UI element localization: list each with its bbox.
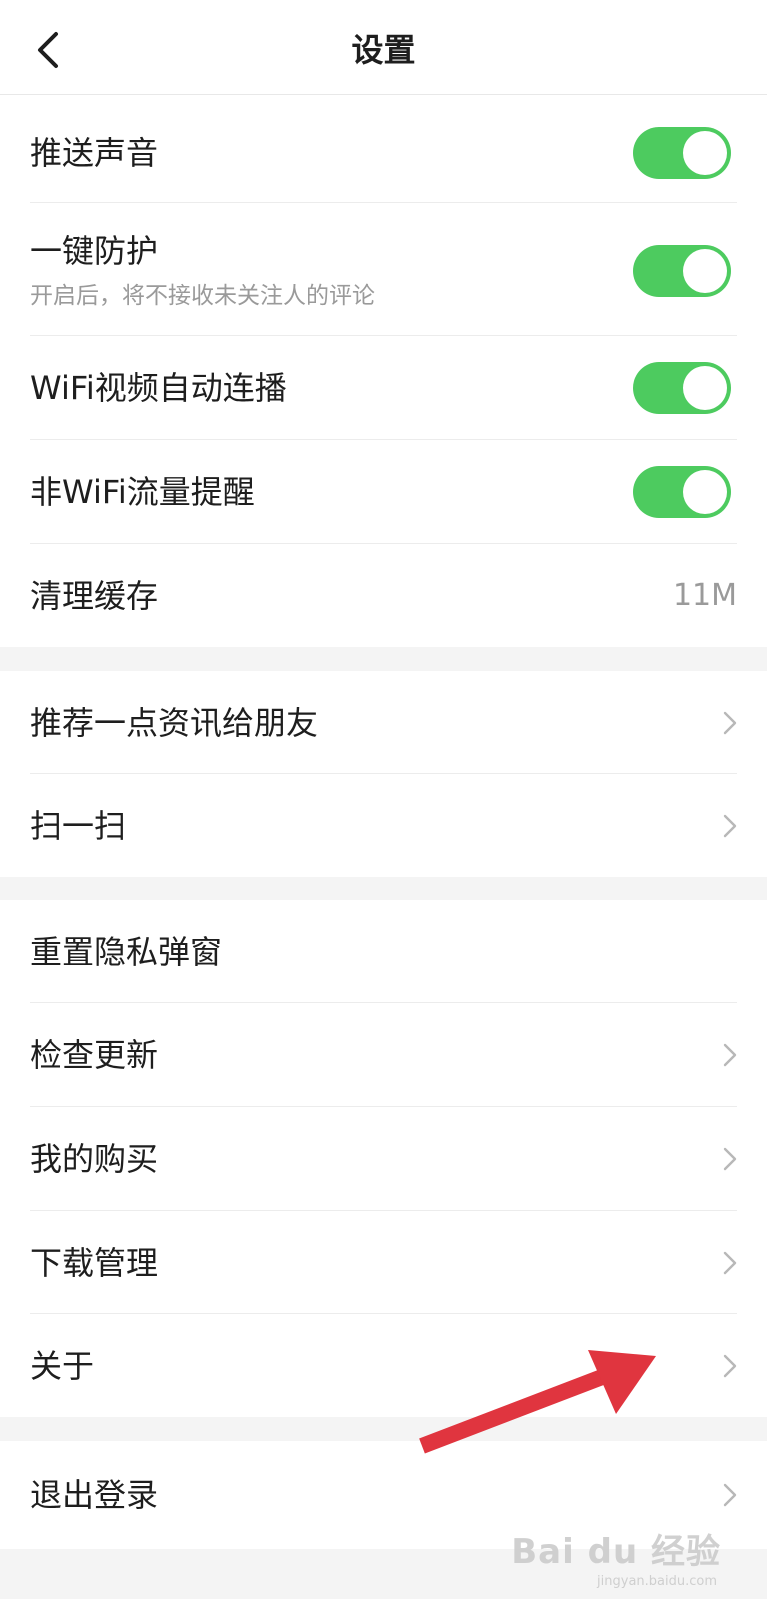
toggle-knob	[683, 131, 727, 175]
chevron-right-icon	[723, 1483, 737, 1507]
non-wifi-alert-label: 非WiFi流量提醒	[30, 473, 255, 511]
toggle-knob	[683, 470, 727, 514]
navigation-bar: 设置	[0, 0, 767, 95]
setting-row-non-wifi-alert: 非WiFi流量提醒	[0, 440, 767, 544]
non-wifi-alert-toggle[interactable]	[633, 466, 731, 518]
push-sound-toggle[interactable]	[633, 127, 731, 179]
chevron-right-icon	[723, 711, 737, 735]
toggle-knob	[683, 249, 727, 293]
one-key-protect-description: 开启后，将不接收未关注人的评论	[30, 283, 375, 309]
wifi-autoplay-label: WiFi视频自动连播	[30, 369, 287, 407]
logout-label: 退出登录	[30, 1476, 159, 1514]
setting-row-check-update[interactable]: 检查更新	[0, 1003, 767, 1107]
about-label: 关于	[30, 1347, 95, 1385]
watermark-url: jingyan.baidu.com	[597, 1574, 717, 1589]
watermark-logo: Bai du 经验	[511, 1532, 721, 1572]
recommend-label: 推荐一点资讯给朋友	[30, 704, 319, 742]
check-update-label: 检查更新	[30, 1036, 159, 1074]
settings-group-share: 推荐一点资讯给朋友 扫一扫	[0, 671, 767, 877]
setting-row-scan[interactable]: 扫一扫	[0, 774, 767, 877]
scan-label: 扫一扫	[30, 807, 127, 845]
push-sound-label: 推送声音	[30, 134, 159, 172]
setting-row-reset-privacy[interactable]: 重置隐私弹窗	[0, 900, 767, 1003]
setting-row-clear-cache[interactable]: 清理缓存 11M	[0, 544, 767, 647]
chevron-right-icon	[723, 1147, 737, 1171]
setting-row-push-sound: 推送声音	[0, 95, 767, 203]
download-manage-label: 下载管理	[30, 1244, 159, 1282]
one-key-protect-toggle[interactable]	[633, 245, 731, 297]
my-purchases-label: 我的购买	[30, 1140, 159, 1178]
setting-row-my-purchases[interactable]: 我的购买	[0, 1107, 767, 1211]
toggle-knob	[683, 366, 727, 410]
chevron-right-icon	[723, 1251, 737, 1275]
settings-group-general: 推送声音 一键防护 开启后，将不接收未关注人的评论 WiFi视频自动连播 非Wi…	[0, 95, 767, 647]
chevron-right-icon	[723, 814, 737, 838]
wifi-autoplay-toggle[interactable]	[633, 362, 731, 414]
one-key-protect-label: 一键防护	[30, 232, 159, 270]
annotation-arrow-icon	[419, 1350, 656, 1454]
chevron-right-icon	[723, 1354, 737, 1378]
cache-size-value: 11M	[672, 578, 737, 613]
reset-privacy-label: 重置隐私弹窗	[30, 933, 223, 971]
page-title: 设置	[351, 31, 416, 69]
chevron-right-icon	[723, 1043, 737, 1067]
setting-row-one-key-protect: 一键防护 开启后，将不接收未关注人的评论	[0, 203, 767, 336]
setting-row-recommend[interactable]: 推荐一点资讯给朋友	[0, 671, 767, 774]
setting-row-wifi-autoplay: WiFi视频自动连播	[0, 336, 767, 440]
clear-cache-label: 清理缓存	[30, 577, 159, 615]
setting-row-download-manage[interactable]: 下载管理	[0, 1211, 767, 1314]
